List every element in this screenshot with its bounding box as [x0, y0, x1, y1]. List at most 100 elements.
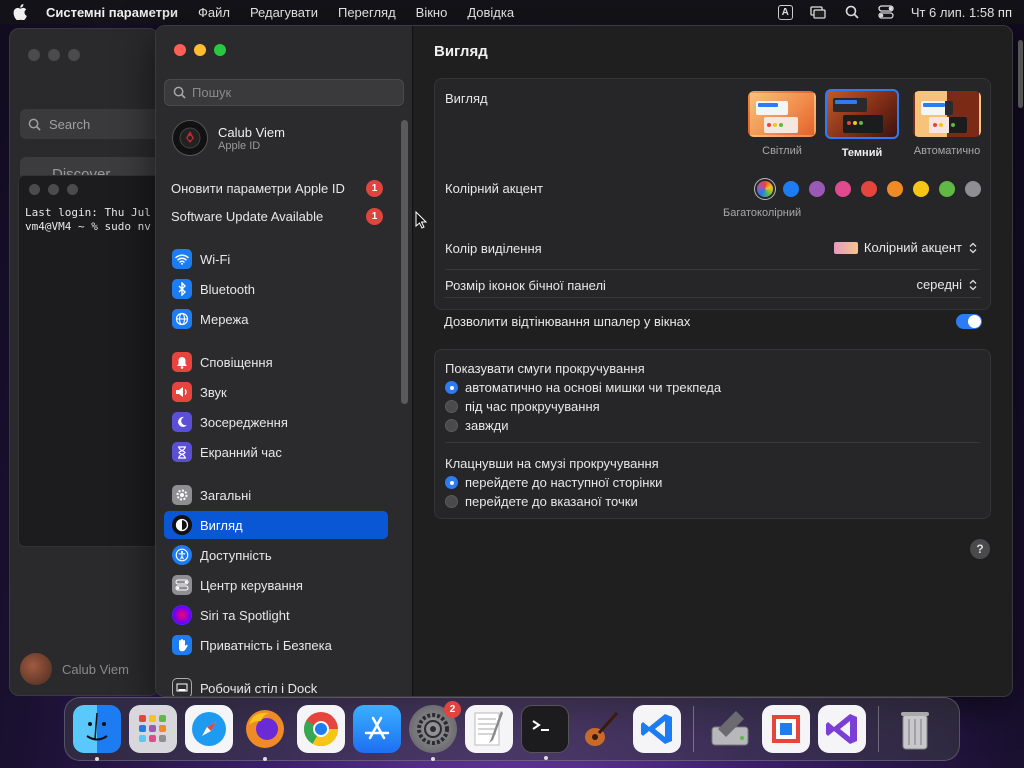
keyboard-input-indicator[interactable]: A — [777, 4, 793, 20]
dock-system-settings[interactable]: 2 — [409, 701, 461, 761]
sidebar-item-notifications[interactable]: Сповіщення — [164, 348, 388, 376]
zoom-button[interactable] — [214, 44, 226, 56]
sidebar-item-label: Робочий стіл і Dock — [200, 680, 318, 696]
accent-green-swatch[interactable] — [939, 181, 955, 197]
sidebar-item-wifi[interactable]: Wi-Fi — [164, 245, 388, 273]
accent-yellow-swatch[interactable] — [913, 181, 929, 197]
accent-pink-swatch[interactable] — [835, 181, 851, 197]
background-user-name: Calub Viem — [62, 661, 129, 677]
sidebar-item-control-center[interactable]: Центр керування — [164, 571, 388, 599]
menu-app-name[interactable]: Системні параметри — [46, 5, 178, 20]
sidebar-item-network[interactable]: Мережа — [164, 305, 388, 333]
radio-label: перейдете до наступної сторінки — [465, 475, 663, 490]
sidebar-item-general[interactable]: Загальні — [164, 481, 388, 509]
control-center-icon[interactable] — [877, 4, 895, 20]
search-icon — [173, 86, 186, 99]
theme-option-light[interactable]: Світлий — [745, 91, 819, 157]
launchpad-icon — [139, 715, 166, 742]
accent-purple-swatch[interactable] — [809, 181, 825, 197]
accent-orange-swatch[interactable] — [887, 181, 903, 197]
dock-parallels[interactable] — [762, 705, 810, 753]
accent-multicolor-swatch[interactable] — [757, 181, 773, 197]
apple-icon[interactable] — [12, 4, 28, 20]
mouse-cursor-icon — [415, 210, 428, 232]
sidebar-item-label: Сповіщення — [200, 354, 273, 370]
safari-compass-icon — [192, 712, 226, 746]
running-indicator — [95, 757, 99, 761]
dock-textedit[interactable] — [465, 705, 513, 753]
sidebar-item-label: Вигляд — [200, 517, 243, 533]
scrollbars-option-auto[interactable]: автоматично на основі мишки чи трекпеда — [445, 380, 721, 395]
finder-icon — [86, 712, 108, 741]
menu-file[interactable]: Файл — [198, 5, 230, 20]
sidebar-item-label: Звук — [200, 384, 227, 400]
menu-view[interactable]: Перегляд — [338, 5, 396, 20]
scrollbars-option-always[interactable]: завжди — [445, 418, 509, 433]
theme-option-auto[interactable]: Автоматично — [907, 91, 987, 157]
screen-mirroring-icon[interactable] — [809, 4, 827, 20]
menu-window[interactable]: Вікно — [416, 5, 448, 20]
accent-graphite-swatch[interactable] — [965, 181, 981, 197]
minimize-button[interactable] — [194, 44, 206, 56]
notification-badge: 2 — [444, 701, 461, 718]
scrollbars-option-when-scrolling[interactable]: під час прокручування — [445, 399, 600, 414]
sidebar-item-privacy-security[interactable]: Приватність і Безпека — [164, 631, 388, 659]
dock-firefox[interactable] — [241, 705, 289, 761]
terminal-window[interactable]: Last login: Thu Jul vm4@VM4 ~ % sudo nv — [18, 175, 158, 547]
gear-icon — [172, 485, 192, 505]
dock-visual-studio[interactable] — [818, 705, 866, 753]
sidebar-scrollbar[interactable] — [401, 120, 408, 404]
highlight-color-label: Колір виділення — [445, 241, 542, 256]
dock-trash[interactable] — [891, 705, 939, 753]
system-settings-window: Calub Viem Apple ID Оновити параметри Ap… — [155, 25, 1013, 697]
highlight-color-popup[interactable]: Колірний акцент — [833, 240, 978, 255]
menu-help[interactable]: Довідка — [467, 5, 514, 20]
menu-edit[interactable]: Редагувати — [250, 5, 318, 20]
desktop-scrollbar[interactable] — [1018, 40, 1023, 108]
dock-launchpad[interactable] — [129, 705, 177, 753]
click-scroll-option-spot[interactable]: перейдете до вказаної точки — [445, 494, 638, 509]
sidebar-item-bluetooth[interactable]: Bluetooth — [164, 275, 388, 303]
dock-finder[interactable] — [73, 705, 121, 761]
background-search-field[interactable]: Search — [20, 109, 158, 139]
dock-terminal[interactable] — [521, 705, 569, 760]
search-input[interactable] — [192, 85, 392, 100]
click-scroll-option-next-page[interactable]: перейдете до наступної сторінки — [445, 475, 662, 490]
close-button[interactable] — [174, 44, 186, 56]
parallels-icon — [772, 715, 800, 743]
accent-red-swatch[interactable] — [861, 181, 877, 197]
dock-chrome[interactable] — [297, 705, 345, 753]
dock-app-store[interactable] — [353, 705, 401, 753]
sidebar-item-accessibility[interactable]: Доступність — [164, 541, 388, 569]
dock-safari[interactable] — [185, 705, 233, 753]
menubar: Системні параметри Файл Редагувати Перег… — [0, 0, 1024, 24]
theme-option-dark[interactable]: Темний — [825, 89, 899, 159]
dock-vscode[interactable] — [633, 705, 681, 753]
wallpaper-tinting-toggle[interactable] — [956, 314, 982, 329]
guitar-icon — [585, 711, 619, 746]
sidebar-item-focus[interactable]: Зосередження — [164, 408, 388, 436]
help-button[interactable]: ? — [970, 539, 990, 559]
sidebar-item-label: Wi-Fi — [200, 251, 231, 267]
radio-label: перейдете до вказаної точки — [465, 494, 638, 509]
dock-disk-utility[interactable] — [706, 705, 754, 753]
divider — [445, 269, 980, 270]
sidebar-item-appearance[interactable]: Вигляд — [164, 511, 388, 539]
sidebar-item-screen-time[interactable]: Екранний час — [164, 438, 388, 466]
apple-id-profile[interactable]: Calub Viem Apple ID — [172, 120, 285, 156]
sidebar-item-siri-spotlight[interactable]: Siri та Spotlight — [164, 601, 388, 629]
sidebar-search — [164, 79, 404, 106]
accent-blue-swatch[interactable] — [783, 181, 799, 197]
accent-color-picker — [757, 181, 981, 197]
dock-separator — [693, 706, 694, 752]
notice-update-apple-id[interactable]: Оновити параметри Apple ID 1 — [171, 180, 383, 197]
notice-software-update[interactable]: Software Update Available 1 — [171, 208, 383, 225]
notification-badge: 1 — [366, 208, 383, 225]
terminal-icon — [532, 720, 549, 731]
sidebar-item-sound[interactable]: Звук — [164, 378, 388, 406]
dock-garageband[interactable] — [577, 705, 625, 753]
sidebar-item-desktop-dock[interactable]: Робочий стіл і Dock — [164, 674, 388, 696]
spotlight-search-icon[interactable] — [843, 4, 861, 20]
sidebar-icon-size-popup[interactable]: середні — [916, 277, 978, 292]
menubar-clock[interactable]: Чт 6 лип. 1:58 пп — [911, 5, 1012, 20]
